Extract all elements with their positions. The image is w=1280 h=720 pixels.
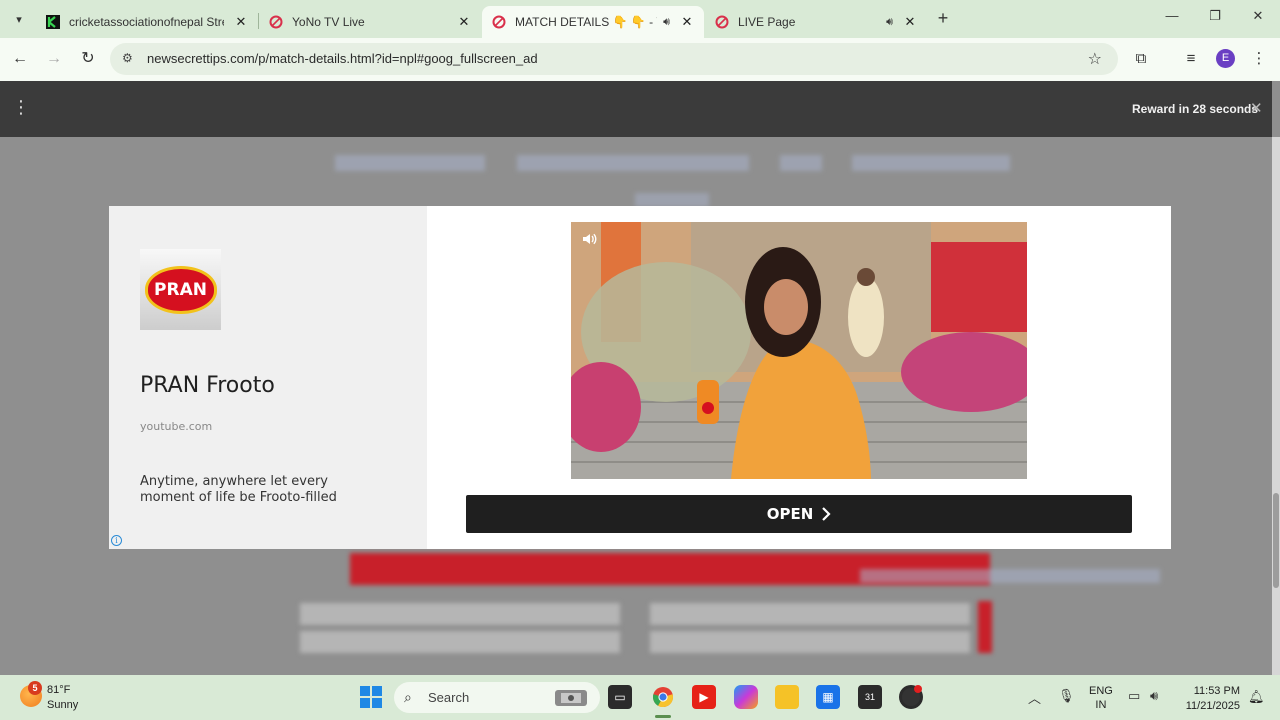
system-clock[interactable]: 11:53 PM 11/21/2025 bbox=[1180, 684, 1240, 714]
blurred-link bbox=[860, 569, 1160, 583]
search-icon: ⌕ bbox=[404, 689, 412, 705]
ad-info-icon[interactable]: i bbox=[111, 535, 122, 546]
blurred-accent bbox=[978, 601, 992, 653]
window-close-icon[interactable]: ✕ bbox=[1246, 8, 1270, 28]
windows-start-icon[interactable] bbox=[360, 686, 382, 708]
windows-taskbar: 5 81°F Sunny ⌕ Search ▭ ▶ ▦ 31 ︿ 🎙︎ ENG … bbox=[0, 675, 1280, 720]
url-text[interactable]: newsecrettips.com/p/match-details.html?i… bbox=[147, 51, 538, 66]
tab-title: cricketassociationofnepal Strea bbox=[69, 15, 224, 29]
tab-yono-tv[interactable]: YoNo TV Live ✕ bbox=[259, 6, 481, 38]
volume-tray-icon[interactable]: 🔊︎ bbox=[1150, 688, 1158, 704]
tray-overflow-chevron-icon[interactable]: ︿ bbox=[1028, 688, 1041, 707]
language-code: ENG bbox=[1089, 685, 1113, 697]
tab-title: LIVE Page bbox=[738, 15, 796, 29]
address-bar[interactable]: ⚙︎ newsecrettips.com/p/match-details.htm… bbox=[110, 43, 1118, 75]
blurred-link bbox=[335, 155, 485, 171]
notifications-bell-icon[interactable]: 🔔︎ bbox=[1248, 689, 1265, 705]
opera-red-icon bbox=[269, 15, 283, 29]
tab-close-icon[interactable]: ✕ bbox=[457, 14, 471, 30]
opera-red-icon bbox=[492, 15, 506, 29]
tab-title: MATCH DETAILS 👇 👇 - Yo bbox=[515, 15, 658, 29]
speaker-icon[interactable]: 🔊︎ bbox=[886, 16, 893, 29]
reward-close-icon[interactable]: ✕ bbox=[1250, 99, 1263, 117]
site-settings-icon[interactable]: ⚙︎ bbox=[122, 51, 133, 65]
tab-match-details[interactable]: MATCH DETAILS 👇 👇 - Yo 🔊︎ ✕ bbox=[482, 6, 704, 38]
new-tab-plus-icon[interactable]: + bbox=[933, 8, 953, 28]
tab-close-icon[interactable]: ✕ bbox=[903, 14, 917, 30]
reward-countdown: Reward in 28 seconds bbox=[1132, 102, 1259, 116]
speaker-icon[interactable]: 🔊︎ bbox=[663, 16, 670, 29]
tab-cricketassociation[interactable]: cricketassociationofnepal Strea ✕ bbox=[36, 6, 258, 38]
forward-arrow-icon[interactable]: → bbox=[44, 49, 64, 69]
copilot-icon[interactable] bbox=[734, 685, 758, 709]
profile-avatar[interactable]: E bbox=[1216, 49, 1235, 68]
blurred-row bbox=[300, 631, 620, 653]
ad-description: Anytime, anywhere let every moment of li… bbox=[140, 474, 337, 505]
clock-date: 11/21/2025 bbox=[1185, 700, 1240, 712]
volume-icon[interactable] bbox=[581, 231, 597, 247]
reward-bar: ⋮ Reward in 28 seconds ✕ bbox=[0, 81, 1272, 137]
blurred-link bbox=[635, 193, 709, 207]
tab-close-icon[interactable]: ✕ bbox=[680, 14, 694, 30]
tab-live-page[interactable]: LIVE Page 🔊︎ ✕ bbox=[705, 6, 927, 38]
weather-temperature[interactable]: 81°F bbox=[47, 684, 70, 696]
open-cta-label: OPEN bbox=[766, 505, 814, 523]
bookmark-star-icon[interactable]: ☆ bbox=[1088, 49, 1102, 69]
restore-icon[interactable]: ❐ bbox=[1203, 8, 1227, 28]
open-cta-button[interactable]: OPEN bbox=[466, 495, 1132, 533]
more-menu-icon[interactable]: ⋮ bbox=[1249, 49, 1269, 69]
task-view-icon[interactable]: ▭ bbox=[608, 685, 632, 709]
weather-badge: 5 bbox=[28, 681, 42, 695]
tab-search-chevron-icon[interactable]: ▾ bbox=[8, 8, 30, 30]
browser-toolbar: ← → ↻ ⚙︎ newsecrettips.com/p/match-detai… bbox=[0, 38, 1280, 81]
kebab-menu-icon[interactable]: ⋮ bbox=[12, 98, 30, 116]
active-app-indicator bbox=[655, 715, 671, 718]
search-highlight-icon bbox=[555, 690, 587, 706]
blurred-row bbox=[300, 603, 620, 625]
language-indicator[interactable]: ENG IN bbox=[1089, 684, 1113, 712]
tab-strip: ▾ cricketassociationofnepal Strea ✕ YoNo… bbox=[0, 0, 1280, 38]
blurred-link bbox=[780, 155, 822, 171]
fullscreen-ad-card[interactable]: PRAN PRAN Frooto youtube.com Anytime, an… bbox=[109, 206, 1171, 549]
reload-icon[interactable]: ↻ bbox=[78, 49, 98, 69]
youtube-icon[interactable]: ▶ bbox=[692, 685, 716, 709]
ad-brand-name[interactable]: PRAN Frooto bbox=[140, 373, 275, 398]
back-arrow-icon[interactable]: ← bbox=[10, 49, 30, 69]
chevron-right-icon bbox=[822, 507, 831, 521]
blurred-row bbox=[650, 603, 970, 625]
pran-logo-badge: PRAN bbox=[144, 265, 217, 314]
k-logo-icon bbox=[46, 15, 60, 29]
web-page: ⋮ Reward in 28 seconds ✕ PRAN PRAN Froot… bbox=[0, 81, 1280, 675]
media-queue-icon[interactable]: ≡ bbox=[1181, 49, 1201, 69]
language-region: IN bbox=[1095, 699, 1107, 711]
search-placeholder: Search bbox=[428, 690, 470, 705]
clock-time: 11:53 PM bbox=[1193, 685, 1240, 697]
extensions-puzzle-icon[interactable]: ⧉ bbox=[1131, 49, 1151, 69]
brand-logo[interactable]: PRAN bbox=[140, 249, 221, 330]
scrollbar-track[interactable] bbox=[1272, 137, 1280, 675]
microphone-icon[interactable]: 🎙︎ bbox=[1058, 688, 1075, 704]
weather-condition[interactable]: Sunny bbox=[47, 699, 78, 711]
network-icon[interactable]: ▭ bbox=[1128, 688, 1140, 704]
ad-video[interactable] bbox=[571, 222, 1027, 479]
ad-info-panel: PRAN PRAN Frooto youtube.com Anytime, an… bbox=[109, 206, 427, 549]
blurred-link bbox=[517, 155, 749, 171]
scrollbar-thumb[interactable] bbox=[1273, 493, 1279, 588]
tab-close-icon[interactable]: ✕ bbox=[234, 14, 248, 30]
calendar-app-icon[interactable]: 31 bbox=[858, 685, 882, 709]
microsoft-store-icon[interactable]: ▦ bbox=[816, 685, 840, 709]
ad-video-frame bbox=[571, 222, 1027, 479]
file-explorer-icon[interactable] bbox=[775, 685, 799, 709]
taskbar-search[interactable]: ⌕ Search bbox=[394, 682, 600, 713]
blurred-row bbox=[650, 631, 970, 653]
opera-red-icon bbox=[715, 15, 729, 29]
ad-domain: youtube.com bbox=[140, 420, 213, 433]
chrome-icon[interactable] bbox=[651, 685, 675, 709]
minimize-icon[interactable]: — bbox=[1160, 8, 1184, 28]
recording-app-icon[interactable] bbox=[899, 685, 923, 709]
blurred-link bbox=[852, 155, 1010, 171]
tab-title: YoNo TV Live bbox=[292, 15, 365, 29]
